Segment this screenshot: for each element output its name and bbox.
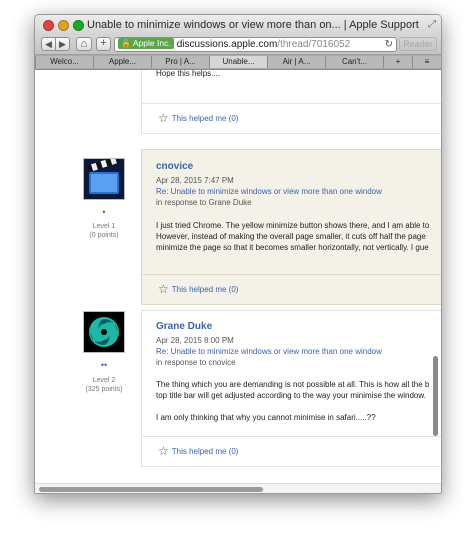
avatar[interactable]	[83, 311, 125, 353]
zoom-window-button[interactable]	[73, 20, 84, 31]
star-icon: ☆	[158, 444, 169, 458]
post-footer: ☆ This helped me (0)	[142, 436, 441, 466]
plus-icon: +	[395, 57, 401, 66]
swirl-logo-icon	[84, 312, 124, 352]
title-bar: Unable to minimize windows or view more …	[35, 15, 441, 35]
forward-icon: ▶	[59, 39, 66, 49]
url-path: /thread/7016052	[277, 39, 351, 50]
reply-post: cnovice Apr 28, 2015 7:47 PM Re: Unable …	[141, 149, 441, 305]
clapperboard-icon	[84, 159, 124, 199]
helped-me-link[interactable]: ☆ This helped me (0)	[158, 111, 238, 125]
ev-certificate-badge[interactable]: 🔒 Apple Inc.	[118, 38, 174, 49]
tab[interactable]: Pro | A...	[151, 56, 209, 68]
user-level: Level 2	[92, 377, 116, 384]
in-response-to: in response to cnovice	[156, 358, 236, 367]
post-footer: ☆ This helped me (0)	[142, 103, 441, 133]
avatar[interactable]	[83, 158, 125, 200]
reload-icon[interactable]: ↻	[385, 38, 393, 51]
post-body-line: minimize the page so that it becomes sma…	[156, 243, 429, 252]
lock-icon: 🔒	[121, 39, 131, 48]
tab[interactable]: Can't...	[325, 56, 383, 68]
post-body-line: I am only thinking that why you cannot m…	[156, 413, 376, 422]
browser-window: Unable to minimize windows or view more …	[34, 14, 442, 494]
user-points: (325 points)	[85, 386, 123, 393]
post-body-line: The thing which you are demanding is not…	[156, 380, 430, 389]
vertical-scrollbar[interactable]	[431, 70, 440, 483]
back-button[interactable]: ◀	[41, 37, 56, 51]
tab-overview-button[interactable]: ≡	[412, 56, 441, 68]
tab-bar: Welco... Apple... Pro | A... Unable... A…	[35, 55, 441, 70]
toolbar: ◀ ▶ ⌂ + 🔒 Apple Inc. discussions.apple.co…	[35, 35, 441, 55]
helped-label: This helped me (0)	[171, 285, 239, 294]
helped-label: This helped me (0)	[171, 114, 239, 123]
vertical-scroll-thumb[interactable]	[433, 356, 438, 436]
tab-active[interactable]: Unable...	[209, 56, 267, 68]
minimize-window-button[interactable]	[58, 20, 69, 31]
post-body-line: top title bar will get adjusted accordin…	[156, 391, 426, 400]
helped-me-link[interactable]: ☆ This helped me (0)	[158, 282, 238, 296]
window-title: Unable to minimize windows or view more …	[87, 19, 421, 31]
reply-post: Hope this helps.... ☆ This helped me (0)	[141, 70, 441, 134]
reader-button[interactable]: Reader	[399, 37, 437, 51]
user-points: (0 points)	[89, 232, 119, 239]
forward-button[interactable]: ▶	[55, 37, 70, 51]
add-bookmark-button[interactable]: +	[96, 37, 111, 51]
tab-list-icon: ≡	[424, 57, 430, 66]
ev-company: Apple Inc.	[132, 38, 171, 48]
address-bar[interactable]: 🔒 Apple Inc. discussions.apple.com/thread…	[114, 37, 397, 52]
reply-title-link[interactable]: Re: Unable to minimize windows or view m…	[156, 187, 382, 196]
plus-icon: +	[100, 37, 107, 49]
tab[interactable]: Apple...	[93, 56, 151, 68]
user-status-dots: ••	[100, 360, 108, 370]
post-footer: ☆ This helped me (0)	[142, 274, 441, 304]
reply-title-link[interactable]: Re: Unable to minimize windows or view m…	[156, 347, 382, 356]
back-icon: ◀	[45, 39, 52, 49]
user-status-dots: •	[102, 207, 106, 217]
post-date: Apr 28, 2015 7:47 PM	[156, 176, 234, 185]
horizontal-scrollbar[interactable]	[35, 483, 441, 493]
helped-label: This helped me (0)	[171, 447, 239, 456]
star-icon: ☆	[158, 111, 169, 125]
post-author[interactable]: Grane Duke	[156, 321, 212, 332]
helped-me-link[interactable]: ☆ This helped me (0)	[158, 444, 238, 458]
url-host: discussions.apple.com	[176, 39, 278, 50]
post-body-line: However, instead of making the overall p…	[156, 232, 426, 241]
home-button[interactable]: ⌂	[76, 37, 92, 51]
close-window-button[interactable]	[43, 20, 54, 31]
horizontal-scroll-thumb[interactable]	[39, 487, 263, 492]
star-icon: ☆	[158, 282, 169, 296]
tab[interactable]: Air | A...	[267, 56, 325, 68]
tab[interactable]: Welco...	[35, 56, 93, 68]
in-response-to: in response to Grane Duke	[156, 198, 252, 207]
post-body-line: I just tried Chrome. The yellow minimize…	[156, 221, 430, 230]
page-content: Hope this helps.... ☆ This helped me (0) …	[35, 70, 441, 483]
post-body-line: Hope this helps....	[156, 70, 221, 78]
new-tab-button[interactable]: +	[383, 56, 412, 68]
post-date: Apr 28, 2015 8:00 PM	[156, 336, 234, 345]
fullscreen-icon[interactable]: ⤢	[428, 19, 436, 30]
reply-post: Grane Duke Apr 28, 2015 8:00 PM Re: Unab…	[141, 310, 441, 467]
user-level: Level 1	[92, 223, 116, 230]
post-author[interactable]: cnovice	[156, 161, 193, 172]
home-icon: ⌂	[80, 38, 88, 50]
